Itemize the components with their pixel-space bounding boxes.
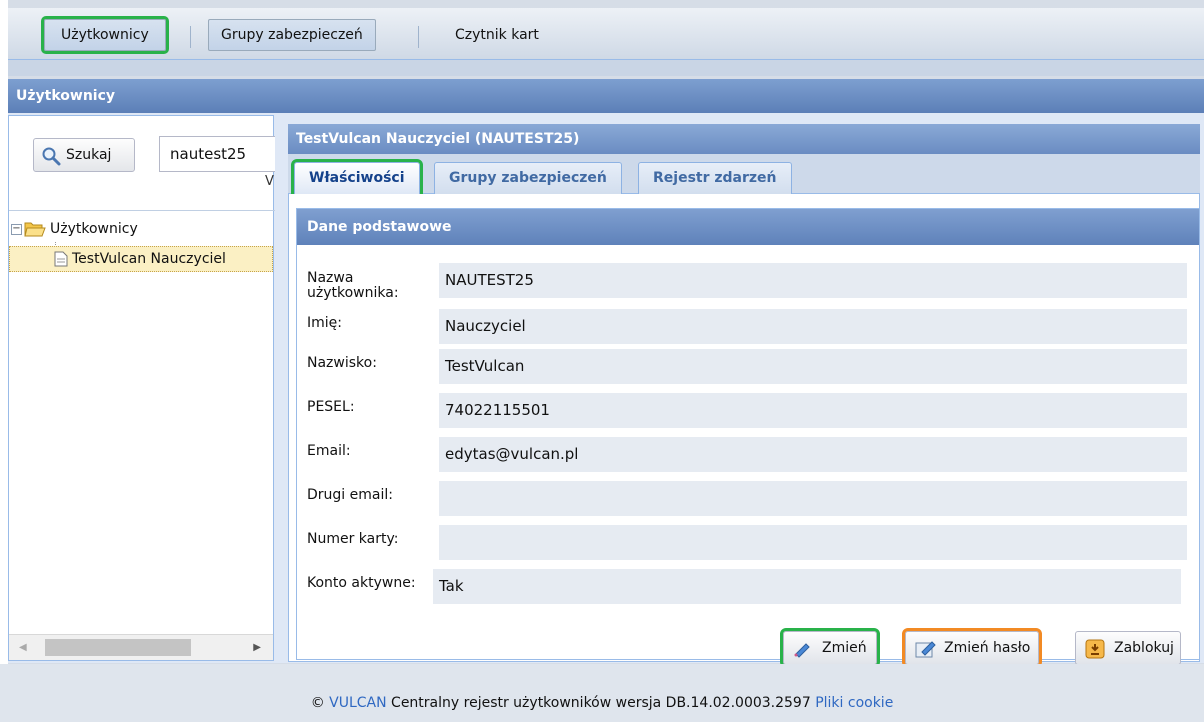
field-row-first-name: Imię: Nauczyciel (297, 307, 1201, 347)
scroll-left-icon[interactable]: ◀ (19, 642, 27, 653)
copyright-symbol: © (310, 695, 325, 711)
field-row-last-name: Nazwisko: TestVulcan (297, 347, 1201, 387)
tree-item-label: TestVulcan Nauczyciel (72, 251, 226, 267)
vulcan-link[interactable]: VULCAN (329, 695, 386, 711)
scrollbar-thumb[interactable] (45, 639, 191, 656)
tab-properties[interactable]: Właściwości (291, 159, 423, 197)
tree-item-selected-user[interactable]: TestVulcan Nauczyciel (9, 246, 273, 272)
toolbar-strip (8, 60, 1204, 76)
field-label: Konto aktywne: (307, 575, 416, 591)
field-label: Nazwa użytkownika: (307, 270, 399, 301)
change-button-label: Zmień (822, 640, 867, 656)
section-title: Dane podstawowe (297, 209, 1199, 245)
search-input[interactable] (159, 136, 275, 172)
field-row-card-number: Numer karty: (297, 523, 1201, 563)
field-row-pesel: PESEL: 74022115501 (297, 391, 1201, 431)
field-value: NAUTEST25 (439, 263, 1187, 298)
basic-data-fieldset: Dane podstawowe Nazwa użytkownika: NAUTE… (296, 208, 1201, 668)
window-edge (0, 0, 8, 664)
main-toolbar: Użytkownicy Grupy zabezpieczeń Czytnik k… (8, 8, 1204, 60)
document-icon (54, 251, 68, 267)
field-label: PESEL: (307, 399, 355, 415)
search-button[interactable]: Szukaj (33, 138, 135, 172)
toolbar-separator (418, 26, 419, 48)
change-password-button[interactable]: Zmień hasło (902, 628, 1042, 668)
toolbar-users-button[interactable]: Użytkownicy (41, 16, 169, 54)
field-value: 74022115501 (439, 393, 1187, 428)
toolbar-card-reader-button[interactable]: Czytnik kart (438, 19, 556, 51)
edit-password-icon (915, 641, 936, 658)
horizontal-scrollbar[interactable]: ◀ ▶ (9, 634, 273, 660)
change-button[interactable]: Zmień (780, 628, 880, 668)
toolbar-separator (190, 26, 191, 48)
field-value (439, 525, 1187, 560)
tree-root-users[interactable]: − Użytkownicy (11, 216, 138, 242)
lock-button-label: Zablokuj (1114, 640, 1174, 656)
footer-version-text: Centralny rejestr użytkowników wersja DB… (391, 695, 811, 711)
change-password-button-label: Zmień hasło (944, 640, 1031, 656)
field-value: Tak (433, 569, 1181, 604)
user-detail-title: TestVulcan Nauczyciel (NAUTEST25) (288, 124, 1200, 154)
field-label: Drugi email: (307, 487, 393, 503)
folder-open-icon (24, 222, 46, 237)
search-icon (42, 147, 61, 166)
lock-button[interactable]: Zablokuj (1075, 631, 1181, 665)
field-value: Nauczyciel (439, 309, 1187, 344)
detail-tabs: Właściwości Grupy zabezpieczeń Rejestr z… (288, 154, 1200, 197)
lock-icon (1085, 639, 1105, 659)
field-value: TestVulcan (439, 349, 1187, 384)
field-row-second-email: Drugi email: (297, 479, 1201, 519)
footer: © VULCAN Centralny rejestr użytkowników … (0, 664, 1204, 722)
field-value: edytas@vulcan.pl (439, 437, 1187, 472)
field-label: Imię: (307, 315, 342, 331)
field-row-account-active: Konto aktywne: Tak (297, 567, 1201, 607)
field-label: Numer karty: (307, 531, 399, 547)
scroll-right-icon[interactable]: ▶ (253, 642, 261, 653)
divider (9, 210, 275, 211)
field-value (439, 481, 1187, 516)
user-tree-panel: Szukaj V − Użytkownicy TestVulcan Nauczy… (8, 115, 275, 661)
pencil-icon (794, 643, 810, 658)
collapse-icon[interactable]: − (11, 223, 22, 235)
tab-event-log[interactable]: Rejestr zdarzeń (638, 162, 792, 194)
field-row-username: Nazwa użytkownika: NAUTEST25 (297, 253, 1201, 301)
field-row-email: Email: edytas@vulcan.pl (297, 435, 1201, 475)
search-button-label: Szukaj (66, 147, 112, 163)
tab-security-groups[interactable]: Grupy zabezpieczeń (434, 162, 622, 194)
panel-title: Użytkownicy (8, 79, 1204, 113)
field-label: Email: (307, 443, 351, 459)
tree-root-label: Użytkownicy (50, 221, 138, 237)
field-label: Nazwisko: (307, 355, 377, 371)
collapsed-overflow-text: V (265, 174, 274, 189)
toolbar-security-groups-button[interactable]: Grupy zabezpieczeń (208, 19, 376, 51)
cookie-link[interactable]: Pliki cookie (815, 695, 893, 711)
